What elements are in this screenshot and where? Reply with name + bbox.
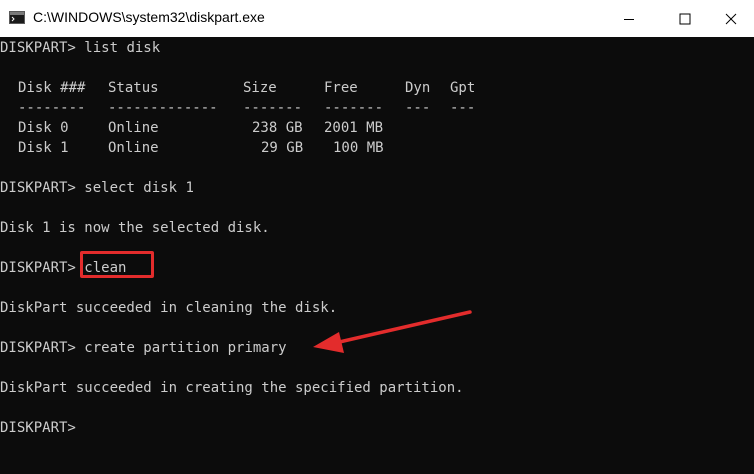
console-app-icon [9,11,25,24]
maximize-icon [679,13,691,24]
minimize-icon [624,18,634,20]
close-icon [725,13,737,24]
maximize-button[interactable] [662,0,708,37]
close-button[interactable] [708,0,754,37]
console-output[interactable]: DISKPART> list disk Disk ### Status Size… [0,37,754,474]
red-arrow-icon [313,310,472,353]
minimize-button[interactable] [606,0,652,37]
window-title: C:\WINDOWS\system32\diskpart.exe [33,9,265,25]
title-bar[interactable]: C:\WINDOWS\system32\diskpart.exe [0,0,754,37]
console-window: C:\WINDOWS\system32\diskpart.exe DISKPAR… [0,0,754,474]
